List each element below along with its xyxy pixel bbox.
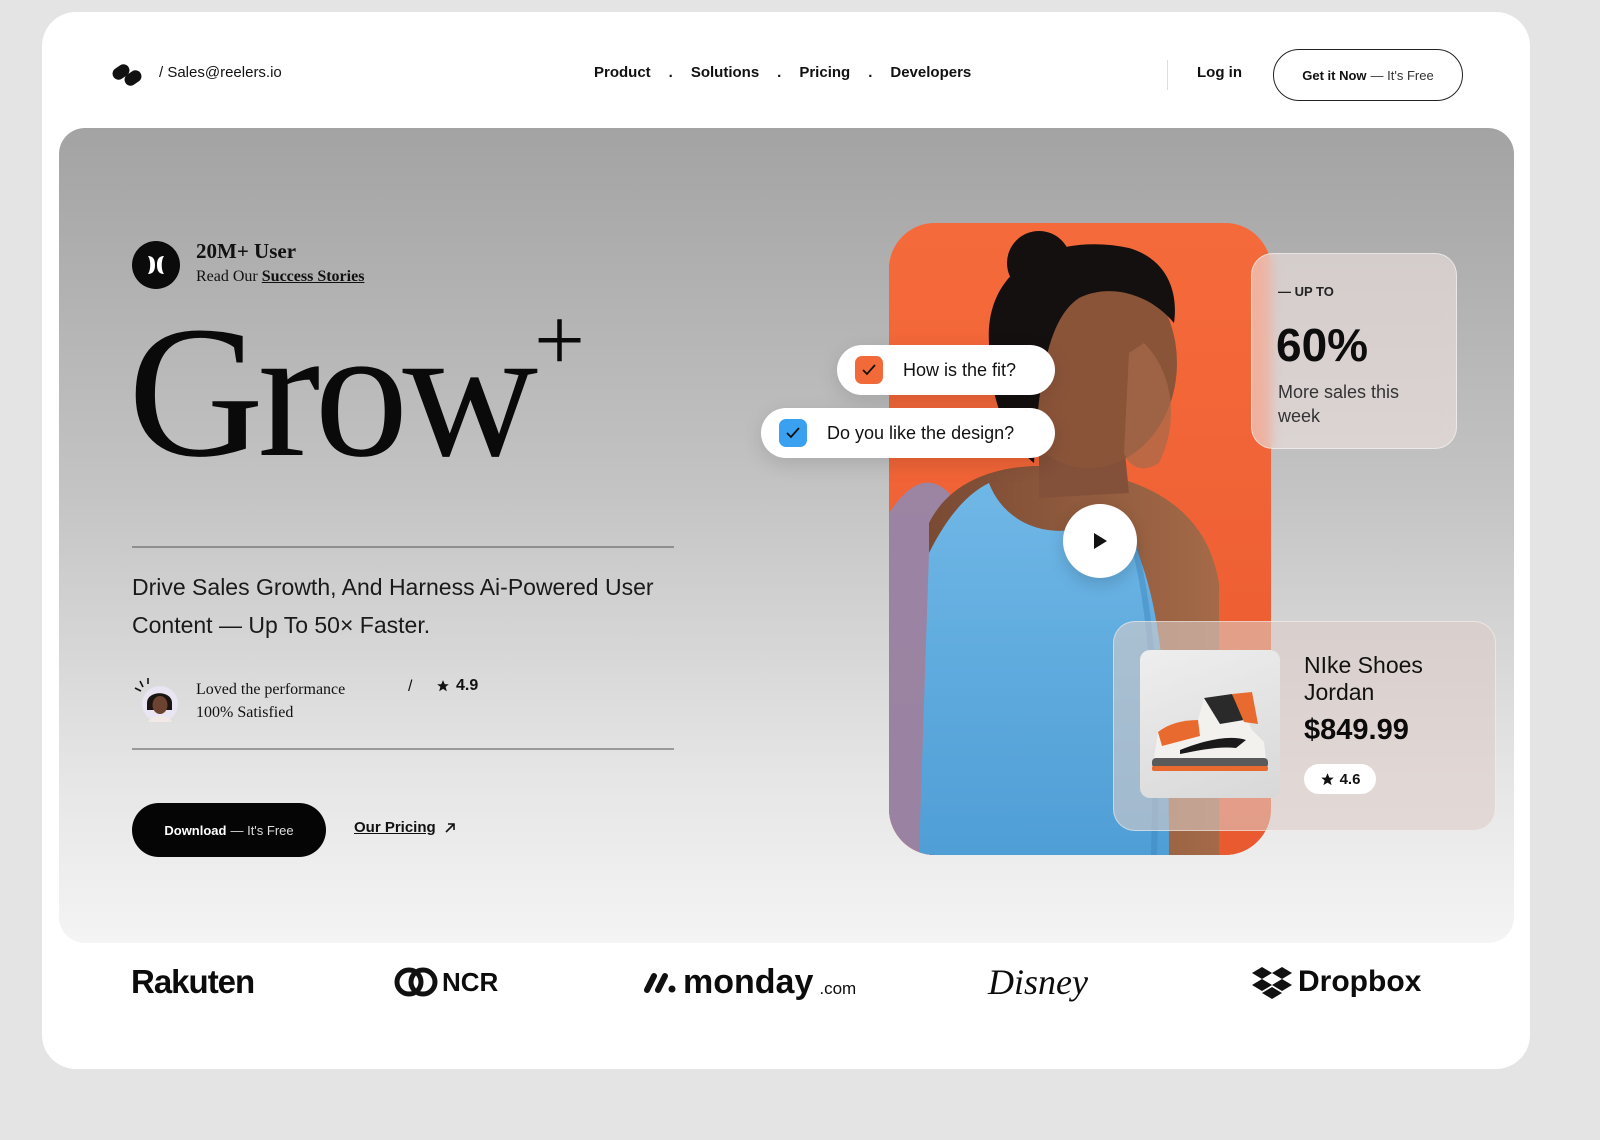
- download-button[interactable]: Download — It's Free: [132, 803, 326, 857]
- nav-separator: .: [777, 64, 782, 81]
- play-icon: [1094, 533, 1107, 549]
- brand-logo-icon[interactable]: [112, 62, 146, 88]
- monday-wordmark: monday: [683, 962, 814, 1001]
- login-link[interactable]: Log in: [1197, 64, 1242, 81]
- get-it-now-button[interactable]: Get it Now — It's Free: [1273, 49, 1463, 101]
- dropbox-mark-icon: [1252, 967, 1292, 999]
- product-rating-value: 4.6: [1339, 770, 1361, 788]
- our-pricing-link[interactable]: Our Pricing: [354, 819, 456, 836]
- page-card: / Sales@reelers.io Product . Solutions .…: [42, 12, 1530, 1069]
- client-logos: Rakuten NCR monday .com Disney Dropbox: [42, 952, 1530, 1042]
- ncr-mark-icon: [394, 967, 438, 997]
- disney-logo: Disney: [988, 952, 1088, 1012]
- monday-mark-icon: [644, 973, 676, 993]
- headline-text: Grow: [128, 287, 538, 496]
- ncr-logo: NCR: [394, 952, 498, 1012]
- nav-link-solutions[interactable]: Solutions: [691, 64, 759, 81]
- nav-link-developers[interactable]: Developers: [890, 64, 971, 81]
- hero-headline: Grow+: [128, 296, 585, 486]
- download-label-bold: Download: [164, 822, 227, 838]
- checkbox-checked-icon[interactable]: [855, 356, 883, 384]
- main-nav: Product . Solutions . Pricing . Develope…: [594, 64, 971, 81]
- ncr-wordmark: NCR: [442, 966, 499, 997]
- users-count: 20M+ User: [196, 239, 297, 263]
- disney-wordmark: Disney: [988, 962, 1088, 1002]
- pricing-link-label: Our Pricing: [354, 819, 436, 836]
- nav-link-product[interactable]: Product: [594, 64, 651, 81]
- stat-description: More sales this week: [1278, 382, 1400, 426]
- sneaker-icon: [1152, 692, 1268, 771]
- download-label-thin: — It's Free: [230, 822, 294, 838]
- rakuten-wordmark: Rakuten: [131, 963, 255, 1000]
- nav-email[interactable]: / Sales@reelers.io: [159, 64, 282, 81]
- overall-rating: 4.9: [436, 677, 478, 695]
- testimonial-text: Loved the performance 100% Satisfied: [196, 678, 345, 724]
- star-icon: [1320, 772, 1334, 785]
- dropbox-logo: Dropbox: [1252, 952, 1421, 1012]
- rating-value: 4.9: [456, 677, 479, 694]
- hero-tagline: Drive Sales Growth, And Harness Ai-Power…: [132, 574, 654, 638]
- rakuten-logo: Rakuten: [131, 952, 255, 1012]
- testimonial-line2: 100% Satisfied: [196, 704, 294, 721]
- product-price: $849.99: [1304, 714, 1409, 746]
- nav-link-pricing[interactable]: Pricing: [799, 64, 850, 81]
- poll-option-fit[interactable]: How is the fit?: [837, 345, 1055, 395]
- poll-option-design[interactable]: Do you like the design?: [761, 408, 1055, 458]
- stories-prefix: Read Our: [196, 268, 258, 285]
- dropbox-wordmark: Dropbox: [1298, 965, 1422, 998]
- testimonial-line1: Loved the performance: [196, 681, 346, 698]
- headline-plus: +: [534, 291, 585, 390]
- nav-divider: [1167, 60, 1168, 90]
- reviewer-avatar: [134, 678, 178, 722]
- nav-separator: .: [668, 64, 673, 81]
- stat-value: 60%: [1276, 319, 1369, 371]
- arrow-up-right-icon: [445, 822, 455, 833]
- product-name: NIke Shoes Jordan: [1304, 652, 1423, 705]
- sales-stat-card: — UP TO 60% More sales this week: [1251, 253, 1457, 449]
- cta-label-thin: — It's Free: [1370, 67, 1434, 83]
- product-card[interactable]: NIke Shoes Jordan $849.99 4.6: [1113, 621, 1496, 831]
- cta-label-bold: Get it Now: [1302, 67, 1367, 83]
- users-badge-icon: [132, 241, 180, 289]
- success-stories-line: Read Our Success Stories: [196, 268, 364, 286]
- monday-logo: monday .com: [643, 952, 856, 1012]
- hero-section: 20M+ User Read Our Success Stories Grow+…: [59, 128, 1514, 943]
- divider: [132, 546, 674, 548]
- poll-option-label: Do you like the design?: [827, 422, 1015, 443]
- divider: [132, 748, 674, 750]
- checkbox-checked-icon[interactable]: [779, 419, 807, 447]
- nav-separator: .: [868, 64, 873, 81]
- monday-suffix: .com: [819, 979, 857, 998]
- rating-separator: /: [408, 678, 413, 695]
- product-image: [1140, 650, 1280, 798]
- poll-option-label: How is the fit?: [903, 359, 1017, 380]
- star-icon: [437, 680, 449, 692]
- stat-label: — UP TO: [1278, 284, 1334, 299]
- play-button[interactable]: [1063, 504, 1137, 578]
- product-rating: 4.6: [1304, 764, 1376, 794]
- success-stories-link[interactable]: Success Stories: [262, 268, 365, 285]
